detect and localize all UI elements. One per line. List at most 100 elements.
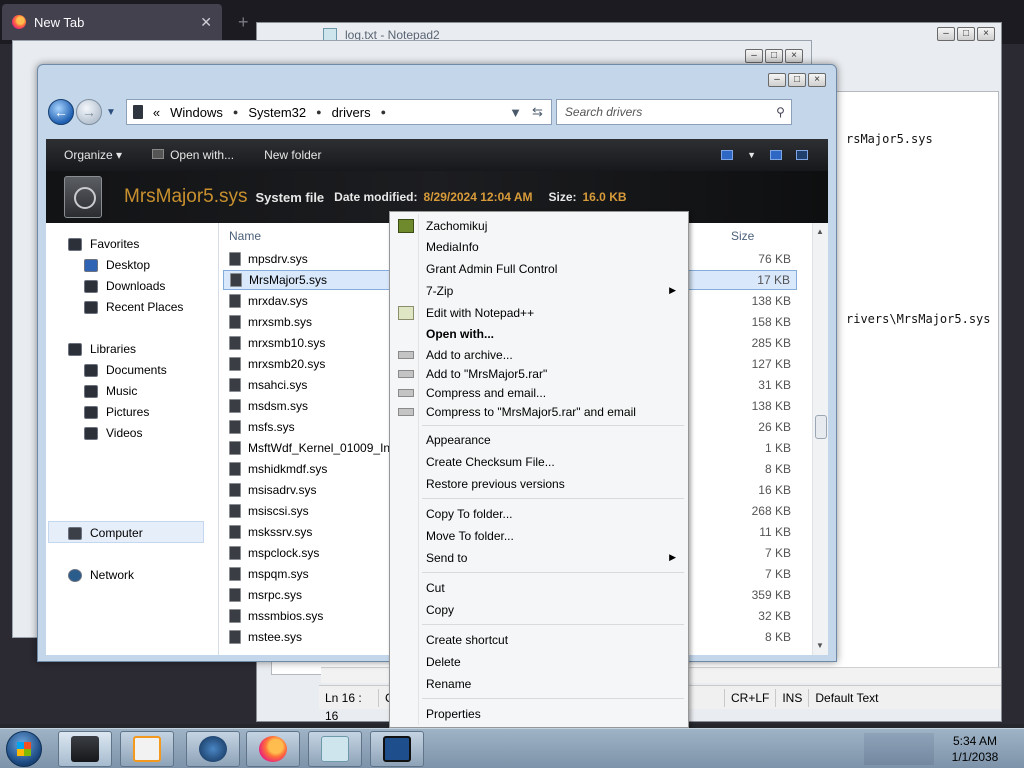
browser-tab[interactable]: New Tab ✕ bbox=[2, 4, 222, 40]
column-name-header[interactable]: Name bbox=[229, 229, 261, 243]
breadcrumb-separator-icon[interactable]: ● bbox=[316, 107, 321, 117]
refresh-icon[interactable]: ⇆ bbox=[532, 104, 543, 120]
menu-grant-admin[interactable]: Grant Admin Full Control bbox=[392, 258, 686, 279]
menu-separator bbox=[422, 498, 684, 499]
new-folder-button[interactable]: New folder bbox=[264, 148, 321, 162]
downloads-icon bbox=[84, 279, 98, 293]
menu-properties[interactable]: Properties bbox=[392, 703, 686, 724]
taskbar-window-button[interactable] bbox=[370, 731, 424, 767]
minimize-button[interactable]: – bbox=[745, 49, 763, 63]
breadcrumb-drivers[interactable]: drivers bbox=[332, 105, 371, 120]
close-button[interactable]: × bbox=[808, 73, 826, 87]
menu-zachomikuj[interactable]: Zachomikuj bbox=[392, 215, 686, 236]
taskbar-notepad-button[interactable] bbox=[308, 731, 362, 767]
menu-mediainfo[interactable]: MediaInfo bbox=[392, 236, 686, 257]
taskbar-media-player-button[interactable] bbox=[120, 731, 174, 767]
nav-libraries[interactable]: Libraries bbox=[68, 340, 136, 358]
forward-button[interactable]: → bbox=[76, 99, 102, 125]
taskbar-explorer-button[interactable] bbox=[58, 731, 112, 767]
recent-pages-dropdown[interactable]: ▼ bbox=[106, 107, 116, 118]
maximize-button[interactable]: □ bbox=[788, 73, 806, 87]
menu-delete[interactable]: Delete bbox=[392, 651, 686, 672]
menu-appearance[interactable]: Appearance bbox=[392, 429, 686, 450]
breadcrumb-prefix[interactable]: « bbox=[153, 105, 160, 120]
start-button[interactable] bbox=[6, 731, 42, 767]
tab-close-icon[interactable]: ✕ bbox=[200, 14, 212, 31]
menu-create-shortcut[interactable]: Create shortcut bbox=[392, 629, 686, 650]
notepad-icon bbox=[321, 736, 349, 762]
file-name: mrxdav.sys bbox=[248, 294, 308, 308]
menu-edit-notepad-plus[interactable]: Edit with Notepad++ bbox=[392, 302, 686, 323]
clock[interactable]: 5:34 AM 1/1/2038 bbox=[940, 733, 1010, 765]
breadcrumb-system32[interactable]: System32 bbox=[248, 105, 306, 120]
menu-compress-rar-email[interactable]: Compress to "MrsMajor5.rar" and email bbox=[392, 401, 686, 422]
preview-pane-icon[interactable] bbox=[770, 150, 782, 160]
nav-favorites[interactable]: Favorites bbox=[68, 235, 139, 253]
column-size-header[interactable]: Size bbox=[731, 229, 754, 243]
close-button[interactable]: × bbox=[977, 27, 995, 41]
address-bar[interactable]: « Windows ● System32 ● drivers ● ▼ ⇆ bbox=[125, 99, 552, 125]
size-value: 16.0 KB bbox=[582, 190, 627, 204]
documents-icon bbox=[84, 363, 98, 377]
minimize-button[interactable]: – bbox=[768, 73, 786, 87]
desktop-icon bbox=[84, 258, 98, 272]
system-tray-icons[interactable] bbox=[864, 733, 934, 765]
view-dropdown-icon[interactable]: ▼ bbox=[747, 150, 756, 160]
nav-desktop[interactable]: Desktop bbox=[84, 256, 150, 274]
notepad-window-controls: – □ × bbox=[937, 27, 995, 41]
menu-restore-previous[interactable]: Restore previous versions bbox=[392, 473, 686, 494]
minimize-button[interactable]: – bbox=[937, 27, 955, 41]
selected-filetype: System file bbox=[255, 189, 325, 205]
menu-copy-to-folder[interactable]: Copy To folder... bbox=[392, 503, 686, 524]
breadcrumb-windows[interactable]: Windows bbox=[170, 105, 223, 120]
organize-button[interactable]: Organize ▾ bbox=[64, 148, 122, 162]
nav-network[interactable]: Network bbox=[68, 566, 134, 584]
file-name: MsftWdf_Kernel_01009_Inbc bbox=[248, 441, 403, 455]
menu-cut[interactable]: Cut bbox=[392, 577, 686, 598]
nav-documents[interactable]: Documents bbox=[84, 361, 167, 379]
address-dropdown-icon[interactable]: ▼ bbox=[509, 105, 522, 120]
taskbar-browser-button[interactable] bbox=[186, 731, 240, 767]
scroll-up-icon[interactable]: ▲ bbox=[816, 227, 824, 236]
monitor-icon bbox=[383, 736, 411, 762]
open-with-button[interactable]: Open with... bbox=[152, 148, 234, 162]
view-options-icon[interactable] bbox=[721, 150, 734, 160]
scroll-thumb[interactable] bbox=[815, 415, 827, 439]
nav-videos[interactable]: Videos bbox=[84, 424, 142, 442]
menu-open-with[interactable]: Open with... bbox=[392, 323, 686, 344]
nav-pictures[interactable]: Pictures bbox=[84, 403, 149, 421]
menu-send-to[interactable]: Send to ▶ bbox=[392, 547, 686, 568]
scroll-down-icon[interactable]: ▼ bbox=[816, 641, 824, 650]
new-tab-button[interactable]: + bbox=[238, 12, 249, 33]
file-size: 359 KB bbox=[751, 588, 791, 602]
nav-recent-places[interactable]: Recent Places bbox=[84, 298, 183, 316]
file-name: msdsm.sys bbox=[248, 399, 308, 413]
menu-add-to-rar[interactable]: Add to "MrsMajor5.rar" bbox=[392, 363, 686, 384]
menu-add-to-archive[interactable]: Add to archive... bbox=[392, 344, 686, 365]
search-input[interactable]: Search drivers ⚲ bbox=[555, 99, 792, 125]
system-file-icon bbox=[229, 378, 241, 392]
menu-rename[interactable]: Rename bbox=[392, 673, 686, 694]
nav-downloads[interactable]: Downloads bbox=[84, 277, 165, 295]
nav-music[interactable]: Music bbox=[84, 382, 137, 400]
breadcrumb-separator-icon[interactable]: ● bbox=[233, 107, 238, 117]
menu-separator bbox=[422, 624, 684, 625]
maximize-button[interactable]: □ bbox=[957, 27, 975, 41]
file-list-scrollbar[interactable]: ▲ ▼ bbox=[812, 223, 828, 655]
menu-copy[interactable]: Copy bbox=[392, 599, 686, 620]
menu-7zip[interactable]: 7-Zip ▶ bbox=[392, 280, 686, 301]
explorer-window-controls: – □ × bbox=[768, 73, 826, 87]
search-icon[interactable]: ⚲ bbox=[776, 105, 785, 119]
menu-create-checksum[interactable]: Create Checksum File... bbox=[392, 451, 686, 472]
taskbar-firefox-button[interactable] bbox=[246, 731, 300, 767]
menu-compress-email[interactable]: Compress and email... bbox=[392, 382, 686, 403]
maximize-button[interactable]: □ bbox=[765, 49, 783, 63]
file-size: 1 KB bbox=[764, 441, 791, 455]
system-file-icon bbox=[229, 462, 241, 476]
close-button[interactable]: × bbox=[785, 49, 803, 63]
back-button[interactable]: ← bbox=[48, 99, 74, 125]
nav-computer[interactable]: Computer bbox=[68, 524, 143, 542]
help-icon[interactable] bbox=[796, 150, 808, 160]
menu-move-to-folder[interactable]: Move To folder... bbox=[392, 525, 686, 546]
breadcrumb-separator-icon[interactable]: ● bbox=[381, 107, 386, 117]
